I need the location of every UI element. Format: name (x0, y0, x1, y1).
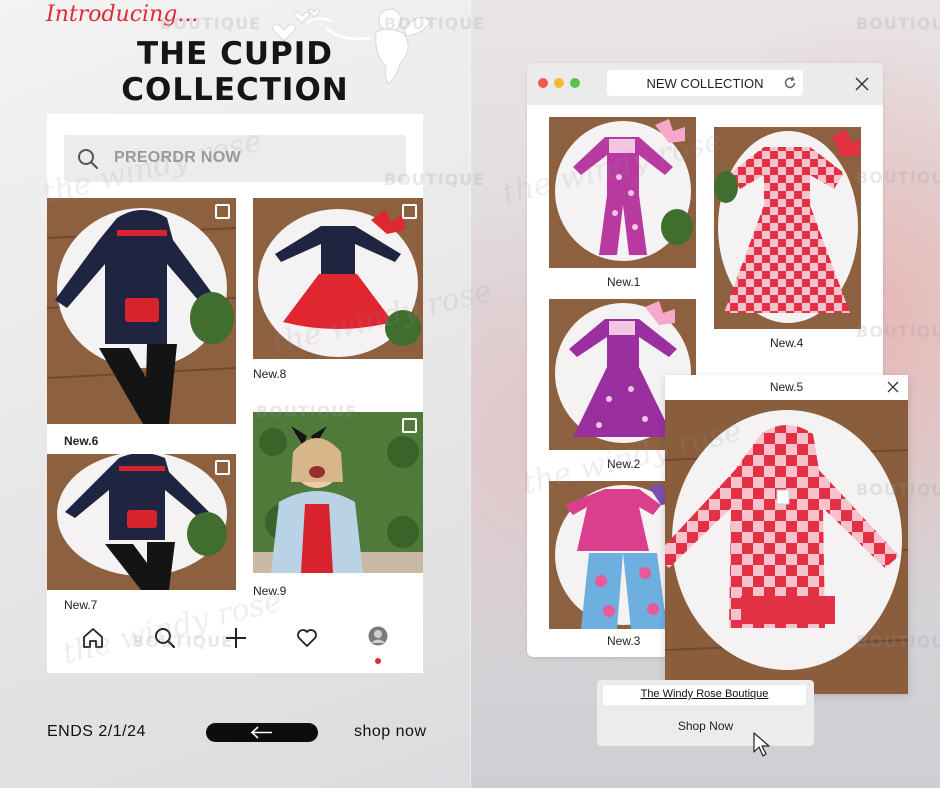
phone-feed: PREORDR NOW New.6 New.7 New.8 New.9 (47, 114, 423, 673)
notification-dot (375, 658, 381, 664)
post-label-new8: New.8 (253, 367, 287, 381)
shop-now-button[interactable]: Shop Now (597, 719, 814, 733)
title-line-1: THE CUPID (137, 36, 333, 72)
product-popup: New.5 (665, 375, 908, 694)
heart-icon[interactable] (295, 626, 319, 650)
profile-avatar[interactable] (368, 626, 388, 646)
checkered-hoodie-image (665, 400, 908, 694)
cursor-icon (753, 732, 770, 757)
minimize-window-dot[interactable] (554, 78, 564, 88)
bottom-navigation (47, 626, 423, 666)
product-label-new1: New.1 (607, 275, 641, 289)
close-icon[interactable] (887, 381, 899, 393)
romper-image (549, 117, 696, 268)
post-photo-new9[interactable] (253, 412, 423, 573)
boutique-link[interactable]: The Windy Rose Boutique (603, 688, 806, 700)
hoodie-set-image (47, 454, 236, 590)
post-photo-new8[interactable] (253, 198, 423, 359)
product-label-new2: New.2 (607, 457, 641, 471)
multi-photo-icon (215, 204, 230, 219)
intro-text: Introducing... (46, 2, 199, 27)
multi-photo-icon (402, 204, 417, 219)
panel-divider (470, 0, 471, 788)
address-text: NEW COLLECTION (646, 76, 764, 91)
post-photo-new7[interactable] (47, 454, 236, 590)
post-label-new9: New.9 (253, 584, 287, 598)
post-label-new6: New.6 (64, 434, 99, 448)
browser-title-bar: NEW COLLECTION (527, 63, 883, 105)
search-bar[interactable]: PREORDR NOW (64, 135, 406, 182)
hoodie-set-image (47, 198, 236, 424)
product-label-new3: New.3 (607, 634, 641, 648)
collection-title: THE CUPID COLLECTION (100, 36, 370, 108)
title-line-2: COLLECTION (121, 72, 349, 108)
ends-date: ENDS 2/1/24 (47, 723, 146, 740)
plus-icon[interactable] (224, 626, 248, 650)
reload-icon[interactable] (783, 76, 797, 90)
maximize-window-dot[interactable] (570, 78, 580, 88)
shop-now-link[interactable]: shop now (354, 723, 427, 741)
product-photo-new1[interactable] (549, 117, 696, 268)
girl-photo-image (253, 412, 423, 573)
back-arrow-button[interactable] (206, 723, 318, 742)
boutique-link-box[interactable]: The Windy Rose Boutique (603, 685, 806, 705)
post-label-new7: New.7 (64, 598, 98, 612)
arrow-left-icon (250, 726, 272, 739)
multi-photo-icon (215, 460, 230, 475)
product-photo-new4[interactable] (714, 127, 861, 329)
search-placeholder: PREORDR NOW (114, 149, 241, 166)
close-icon[interactable] (855, 77, 869, 91)
home-icon[interactable] (81, 626, 105, 650)
post-photo-new6[interactable] (47, 198, 236, 424)
search-icon[interactable] (153, 626, 177, 650)
shop-card: The Windy Rose Boutique Shop Now (597, 680, 814, 757)
tutu-dress-image (253, 198, 423, 359)
checkered-dress-image (714, 127, 861, 329)
popup-photo-new5[interactable] (665, 400, 908, 694)
close-window-dot[interactable] (538, 78, 548, 88)
address-bar[interactable]: NEW COLLECTION (607, 70, 803, 96)
multi-photo-icon (402, 418, 417, 433)
product-label-new4: New.4 (770, 336, 804, 350)
popup-title: New.5 (769, 380, 804, 394)
search-icon (78, 149, 99, 170)
